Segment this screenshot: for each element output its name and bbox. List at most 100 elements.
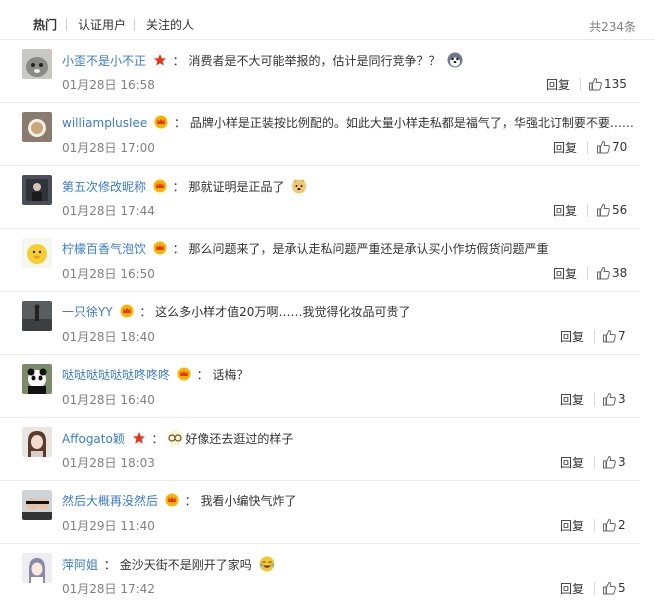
like-count: 5 [618, 581, 626, 595]
avatar[interactable] [22, 112, 52, 142]
thumbs-up-icon [597, 203, 610, 217]
thumbs-up-icon [603, 455, 616, 469]
comment-row: 柠檬百香气泡饮 ： 那么问题来了，是承认走私问题严重还是承认买小作坊假货问题严重… [0, 229, 640, 292]
comment-text: 这么多小样才值20万啊……我觉得化妆品可贵了 [155, 305, 411, 319]
avatar[interactable] [22, 553, 52, 583]
comment-row: williamplusIee ： 品牌小样是正装按比例配的。如此大量小样走私都是… [0, 103, 640, 166]
comment-username[interactable]: 柠檬百香气泡饮 [62, 242, 146, 256]
laughing-tears-emoji-icon [259, 556, 275, 572]
comment-timestamp: 01月28日 18:40 [62, 330, 155, 344]
action-divider [587, 141, 588, 154]
comment-row: 一只徐YY ： 这么多小样才值20万啊……我觉得化妆品可贵了 01月28日 18… [0, 292, 640, 355]
comment-username[interactable]: 一只徐YY [62, 305, 113, 319]
comment-timestamp: 01月28日 17:42 [62, 582, 155, 596]
avatar[interactable] [22, 175, 52, 205]
thumbs-up-icon [603, 329, 616, 343]
like-count: 2 [618, 518, 626, 532]
like-button[interactable]: 3 [602, 392, 626, 408]
comment-text: 话梅？ [212, 368, 249, 382]
thumbs-up-icon [597, 140, 610, 154]
comment-row: 第五次修改昵称 ： 那就证明是正品了 01月28日 17:44 回复 56 [0, 166, 640, 229]
reply-button[interactable]: 回复 [560, 582, 584, 596]
action-divider [594, 519, 595, 532]
comment-timestamp: 01月28日 17:44 [62, 204, 155, 218]
reply-button[interactable]: 回复 [553, 141, 577, 155]
colon-separator: ： [172, 180, 185, 194]
like-button[interactable]: 70 [596, 140, 627, 156]
action-divider [594, 393, 595, 406]
like-button[interactable]: 135 [588, 77, 627, 93]
tab-divider [134, 19, 135, 31]
reply-button[interactable]: 回复 [553, 267, 577, 281]
comment-text: 那就证明是正品了 [188, 180, 285, 194]
reply-button[interactable]: 回复 [546, 78, 570, 92]
action-divider [594, 330, 595, 343]
tab-following[interactable]: 关注的人 [146, 18, 194, 32]
star-badge-icon [153, 54, 166, 66]
comment-timestamp: 01月28日 16:58 [62, 78, 155, 92]
avatar[interactable] [22, 427, 52, 457]
like-count: 38 [612, 266, 628, 280]
comment-row: 哒哒哒哒哒哒咚咚咚 ： 话梅？ 01月28日 16:40 回复 3 [0, 355, 640, 418]
avatar[interactable] [22, 301, 52, 331]
like-count: 3 [618, 455, 626, 469]
colon-separator: ： [196, 368, 209, 382]
colon-separator: ： [151, 432, 164, 446]
reply-button[interactable]: 回复 [560, 330, 584, 344]
comment-username[interactable]: williamplusIee [62, 116, 147, 130]
comment-username[interactable]: 萍阿姐 [62, 558, 98, 572]
like-count: 70 [612, 140, 628, 154]
reply-button[interactable]: 回复 [560, 456, 584, 470]
comment-username[interactable]: 哒哒哒哒哒哒咚咚咚 [62, 368, 170, 382]
crown-badge-icon [120, 304, 133, 318]
comment-username[interactable]: 小歪不是小不正 [62, 54, 146, 68]
comment-list: 小歪不是小不正 ： 消费者是不大可能举报的，估计是同行竞争？？ 01月28日 1… [0, 40, 655, 606]
reply-button[interactable]: 回复 [553, 204, 577, 218]
tab-hot[interactable]: 热门 [33, 18, 57, 32]
action-divider [587, 267, 588, 280]
comment-username[interactable]: 然后大概再没然后 [62, 494, 158, 508]
like-button[interactable]: 5 [602, 581, 626, 597]
action-divider [594, 456, 595, 469]
thumbs-up-icon [603, 581, 616, 595]
comment-text: 好像还去逛过的样子 [185, 432, 294, 446]
thumbs-up-icon [597, 266, 610, 280]
like-count: 7 [618, 329, 626, 343]
nerd-glasses-emoji-icon [167, 430, 183, 446]
tab-divider [66, 19, 67, 31]
reply-button[interactable]: 回复 [560, 393, 584, 407]
comment-text: 金沙天街不是刚开了家吗 [119, 558, 252, 572]
crown-badge-icon [177, 367, 191, 381]
colon-separator: ： [172, 242, 185, 256]
colon-separator: ： [172, 54, 185, 68]
avatar[interactable] [22, 238, 52, 268]
like-button[interactable]: 2 [602, 518, 626, 534]
avatar[interactable] [22, 364, 52, 394]
action-divider [580, 78, 581, 91]
comment-total-count: 共234条 [589, 20, 636, 34]
star-badge-icon [132, 432, 145, 444]
comment-username[interactable]: Affogato颖 [62, 432, 125, 446]
comment-row: 然后大概再没然后 ： 我看小编快气炸了 01月29日 11:40 回复 2 [0, 481, 640, 544]
colon-separator: ： [139, 305, 152, 319]
like-button[interactable]: 7 [602, 329, 626, 345]
comment-row: 小歪不是小不正 ： 消费者是不大可能举报的，估计是同行竞争？？ 01月28日 1… [0, 40, 640, 103]
comment-timestamp: 01月28日 16:50 [62, 267, 155, 281]
like-button[interactable]: 38 [596, 266, 627, 282]
thumbs-up-icon [603, 518, 616, 532]
avatar[interactable] [22, 490, 52, 520]
avatar[interactable] [22, 49, 52, 79]
tab-verified[interactable]: 认证用户 [78, 18, 126, 32]
like-button[interactable]: 3 [602, 455, 626, 471]
comment-row: Affogato颖 ： 好像还去逛过的样子 01月28日 18:03 回复 3 [0, 418, 640, 481]
reply-button[interactable]: 回复 [560, 519, 584, 533]
like-count: 56 [612, 203, 628, 217]
like-count: 3 [618, 392, 626, 406]
comment-timestamp: 01月28日 17:00 [62, 141, 155, 155]
comment-username[interactable]: 第五次修改昵称 [62, 180, 146, 194]
crown-badge-icon [165, 493, 179, 507]
comment-text: 那么问题来了，是承认走私问题严重还是承认买小作坊假货问题严重 [188, 242, 549, 256]
comment-text: 我看小编快气炸了 [200, 494, 297, 508]
like-button[interactable]: 56 [596, 203, 627, 219]
comment-row: 萍阿姐 ： 金沙天街不是刚开了家吗 01月28日 17:42 回复 5 [0, 544, 640, 606]
